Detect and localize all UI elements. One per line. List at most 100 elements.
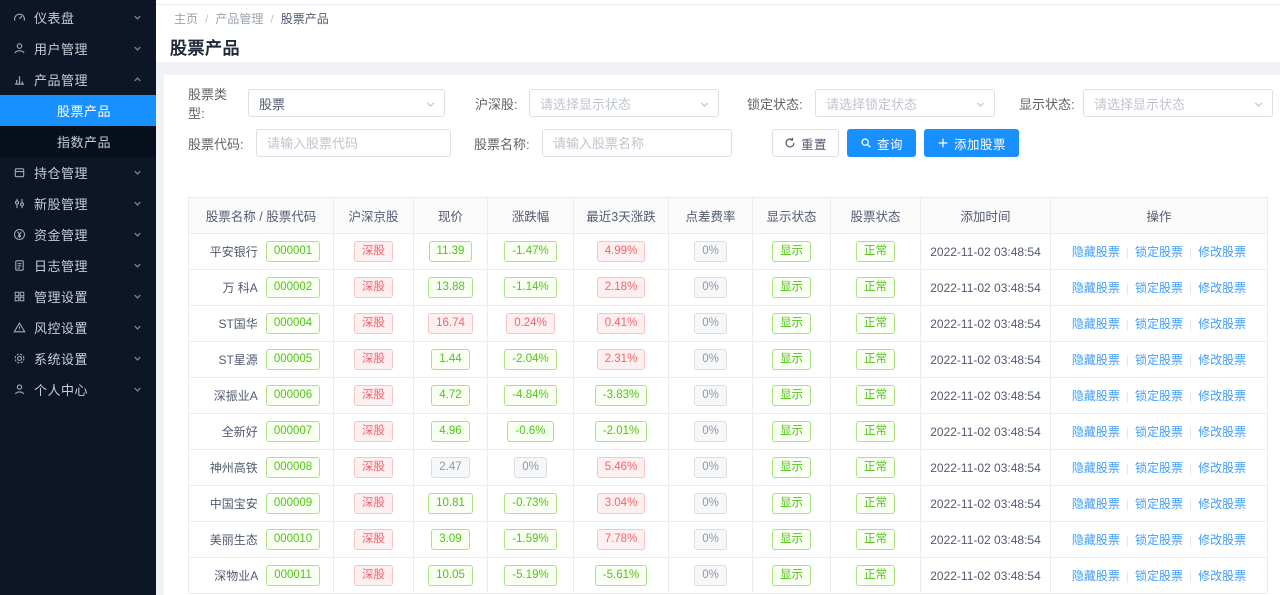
lock-stock-link[interactable]: 锁定股票 (1135, 353, 1183, 367)
reset-button-label: 重置 (801, 134, 827, 153)
stock-code-input[interactable] (256, 129, 451, 157)
reset-button[interactable]: 重置 (772, 129, 839, 157)
lock-stock-link[interactable]: 锁定股票 (1135, 281, 1183, 295)
breadcrumb-item[interactable]: 产品管理 (215, 10, 263, 27)
change3d-cell: -3.83% (574, 378, 669, 414)
edit-stock-link[interactable]: 修改股票 (1198, 317, 1246, 331)
change-3d-badge: 4.99% (597, 241, 646, 261)
hide-stock-link[interactable]: 隐藏股票 (1072, 353, 1120, 367)
edit-stock-link[interactable]: 修改股票 (1198, 569, 1246, 583)
sidebar-item-stock-products[interactable]: 股票产品 (0, 95, 156, 126)
price-badge: 13.88 (428, 277, 473, 297)
lock-stock-link[interactable]: 锁定股票 (1135, 245, 1183, 259)
hide-stock-link[interactable]: 隐藏股票 (1072, 497, 1120, 511)
change-cell: -1.14% (488, 270, 574, 306)
stock-type-select[interactable]: 股票 (248, 89, 445, 117)
edit-stock-link[interactable]: 修改股票 (1198, 281, 1246, 295)
edit-stock-link[interactable]: 修改股票 (1198, 533, 1246, 547)
stock-name: 神州高铁 (202, 459, 258, 476)
change-cell: -0.73% (488, 486, 574, 522)
hide-stock-link[interactable]: 隐藏股票 (1072, 425, 1120, 439)
hide-stock-link[interactable]: 隐藏股票 (1072, 281, 1120, 295)
spread-rate-badge: 0% (694, 385, 727, 405)
stock-name: 万 科A (202, 279, 258, 296)
hs-market-select[interactable]: 请选择显示状态 (529, 89, 719, 117)
sidebar-item-label: 风控设置 (34, 318, 132, 337)
hide-stock-link[interactable]: 隐藏股票 (1072, 461, 1120, 475)
table-header-row: 股票名称 / 股票代码沪深京股现价涨跌幅最近3天涨跌点差费率显示状态股票状态添加… (189, 198, 1268, 234)
change-3d-badge: -3.83% (595, 385, 647, 405)
lock-stock-link[interactable]: 锁定股票 (1135, 461, 1183, 475)
sidebar-item-index-products[interactable]: 指数产品 (0, 126, 156, 157)
lock-status-select[interactable]: 请选择锁定状态 (815, 89, 995, 117)
display-status-badge: 显示 (772, 457, 811, 477)
lock-stock-link[interactable]: 锁定股票 (1135, 425, 1183, 439)
sidebar-item-risk-settings[interactable]: 风控设置 (0, 312, 156, 343)
sidebar-item-system-settings[interactable]: 系统设置 (0, 343, 156, 374)
add-stock-button[interactable]: 添加股票 (924, 129, 1019, 157)
sidebar-item-dashboard[interactable]: 仪表盘 (0, 2, 156, 33)
lock-stock-link[interactable]: 锁定股票 (1135, 497, 1183, 511)
lock-stock-link[interactable]: 锁定股票 (1135, 569, 1183, 583)
action-separator: | (1126, 353, 1129, 367)
change-badge: -1.59% (504, 529, 556, 549)
main-area: 主页/产品管理/股票产品 股票产品 股票类型: 股票 沪深股: (156, 0, 1280, 595)
lock-stock-link[interactable]: 锁定股票 (1135, 317, 1183, 331)
edit-stock-link[interactable]: 修改股票 (1198, 425, 1246, 439)
column-header: 沪深京股 (334, 198, 414, 234)
stock-name: 深物业A (202, 567, 258, 584)
action-separator: | (1126, 461, 1129, 475)
stock-code-badge: 000005 (266, 349, 320, 369)
stocks-table: 股票名称 / 股票代码沪深京股现价涨跌幅最近3天涨跌点差费率显示状态股票状态添加… (188, 197, 1268, 594)
edit-stock-link[interactable]: 修改股票 (1198, 245, 1246, 259)
breadcrumb-separator: / (205, 12, 208, 26)
change-cell: -1.47% (488, 234, 574, 270)
chevron-down-icon (132, 12, 144, 24)
hide-stock-link[interactable]: 隐藏股票 (1072, 569, 1120, 583)
lock-stock-link[interactable]: 锁定股票 (1135, 533, 1183, 547)
edit-stock-link[interactable]: 修改股票 (1198, 389, 1246, 403)
market-badge: 深股 (354, 421, 393, 441)
search-button[interactable]: 查询 (847, 129, 916, 157)
sidebar-item-ipo-mgmt[interactable]: 新股管理 (0, 188, 156, 219)
breadcrumb-item[interactable]: 主页 (174, 10, 198, 27)
price-cell: 4.96 (414, 414, 488, 450)
sidebar-item-funds-mgmt[interactable]: 资金管理 (0, 219, 156, 250)
hide-stock-link[interactable]: 隐藏股票 (1072, 389, 1120, 403)
market-badge: 深股 (354, 493, 393, 513)
page-title: 股票产品 (170, 34, 1280, 59)
action-separator: | (1189, 281, 1192, 295)
lock-stock-link[interactable]: 锁定股票 (1135, 389, 1183, 403)
stock-name-input[interactable] (542, 129, 732, 157)
actions-cell: 隐藏股票|锁定股票|修改股票 (1051, 378, 1268, 414)
added-time-cell: 2022-11-02 03:48:54 (921, 522, 1051, 558)
hide-stock-link[interactable]: 隐藏股票 (1072, 317, 1120, 331)
stock-code-badge: 000002 (266, 277, 320, 297)
sidebar-item-product-mgmt[interactable]: 产品管理 (0, 64, 156, 95)
filter-row-1: 股票类型: 股票 沪深股: 请选择显示状态 (188, 89, 1268, 117)
change-badge: -0.73% (504, 493, 556, 513)
filter-lock-status: 锁定状态: 请选择锁定状态 (747, 89, 1019, 117)
market-cell: 深股 (334, 558, 414, 594)
hide-stock-link[interactable]: 隐藏股票 (1072, 245, 1120, 259)
funds-icon (13, 228, 27, 242)
hide-stock-link[interactable]: 隐藏股票 (1072, 533, 1120, 547)
products-icon (13, 73, 27, 87)
page-header: 主页/产品管理/股票产品 股票产品 (156, 0, 1280, 62)
sidebar-item-log-mgmt[interactable]: 日志管理 (0, 250, 156, 281)
sidebar-item-position-mgmt[interactable]: 持仓管理 (0, 157, 156, 188)
change3d-cell: 5.46% (574, 450, 669, 486)
sidebar-item-admin-settings[interactable]: 管理设置 (0, 281, 156, 312)
display-status-select[interactable]: 请选择显示状态 (1083, 89, 1273, 117)
sidebar-item-profile[interactable]: 个人中心 (0, 374, 156, 405)
sidebar-item-label: 管理设置 (34, 287, 132, 306)
table-row: 全新好000007深股4.96-0.6%-2.01%0%显示正常2022-11-… (189, 414, 1268, 450)
edit-stock-link[interactable]: 修改股票 (1198, 497, 1246, 511)
edit-stock-link[interactable]: 修改股票 (1198, 353, 1246, 367)
filter-stock-type: 股票类型: 股票 (188, 84, 475, 122)
edit-stock-link[interactable]: 修改股票 (1198, 461, 1246, 475)
sidebar-item-user-mgmt[interactable]: 用户管理 (0, 33, 156, 64)
sidebar-item-label: 新股管理 (34, 194, 132, 213)
price-badge: 16.74 (428, 313, 473, 333)
change-badge: -5.19% (504, 565, 556, 585)
